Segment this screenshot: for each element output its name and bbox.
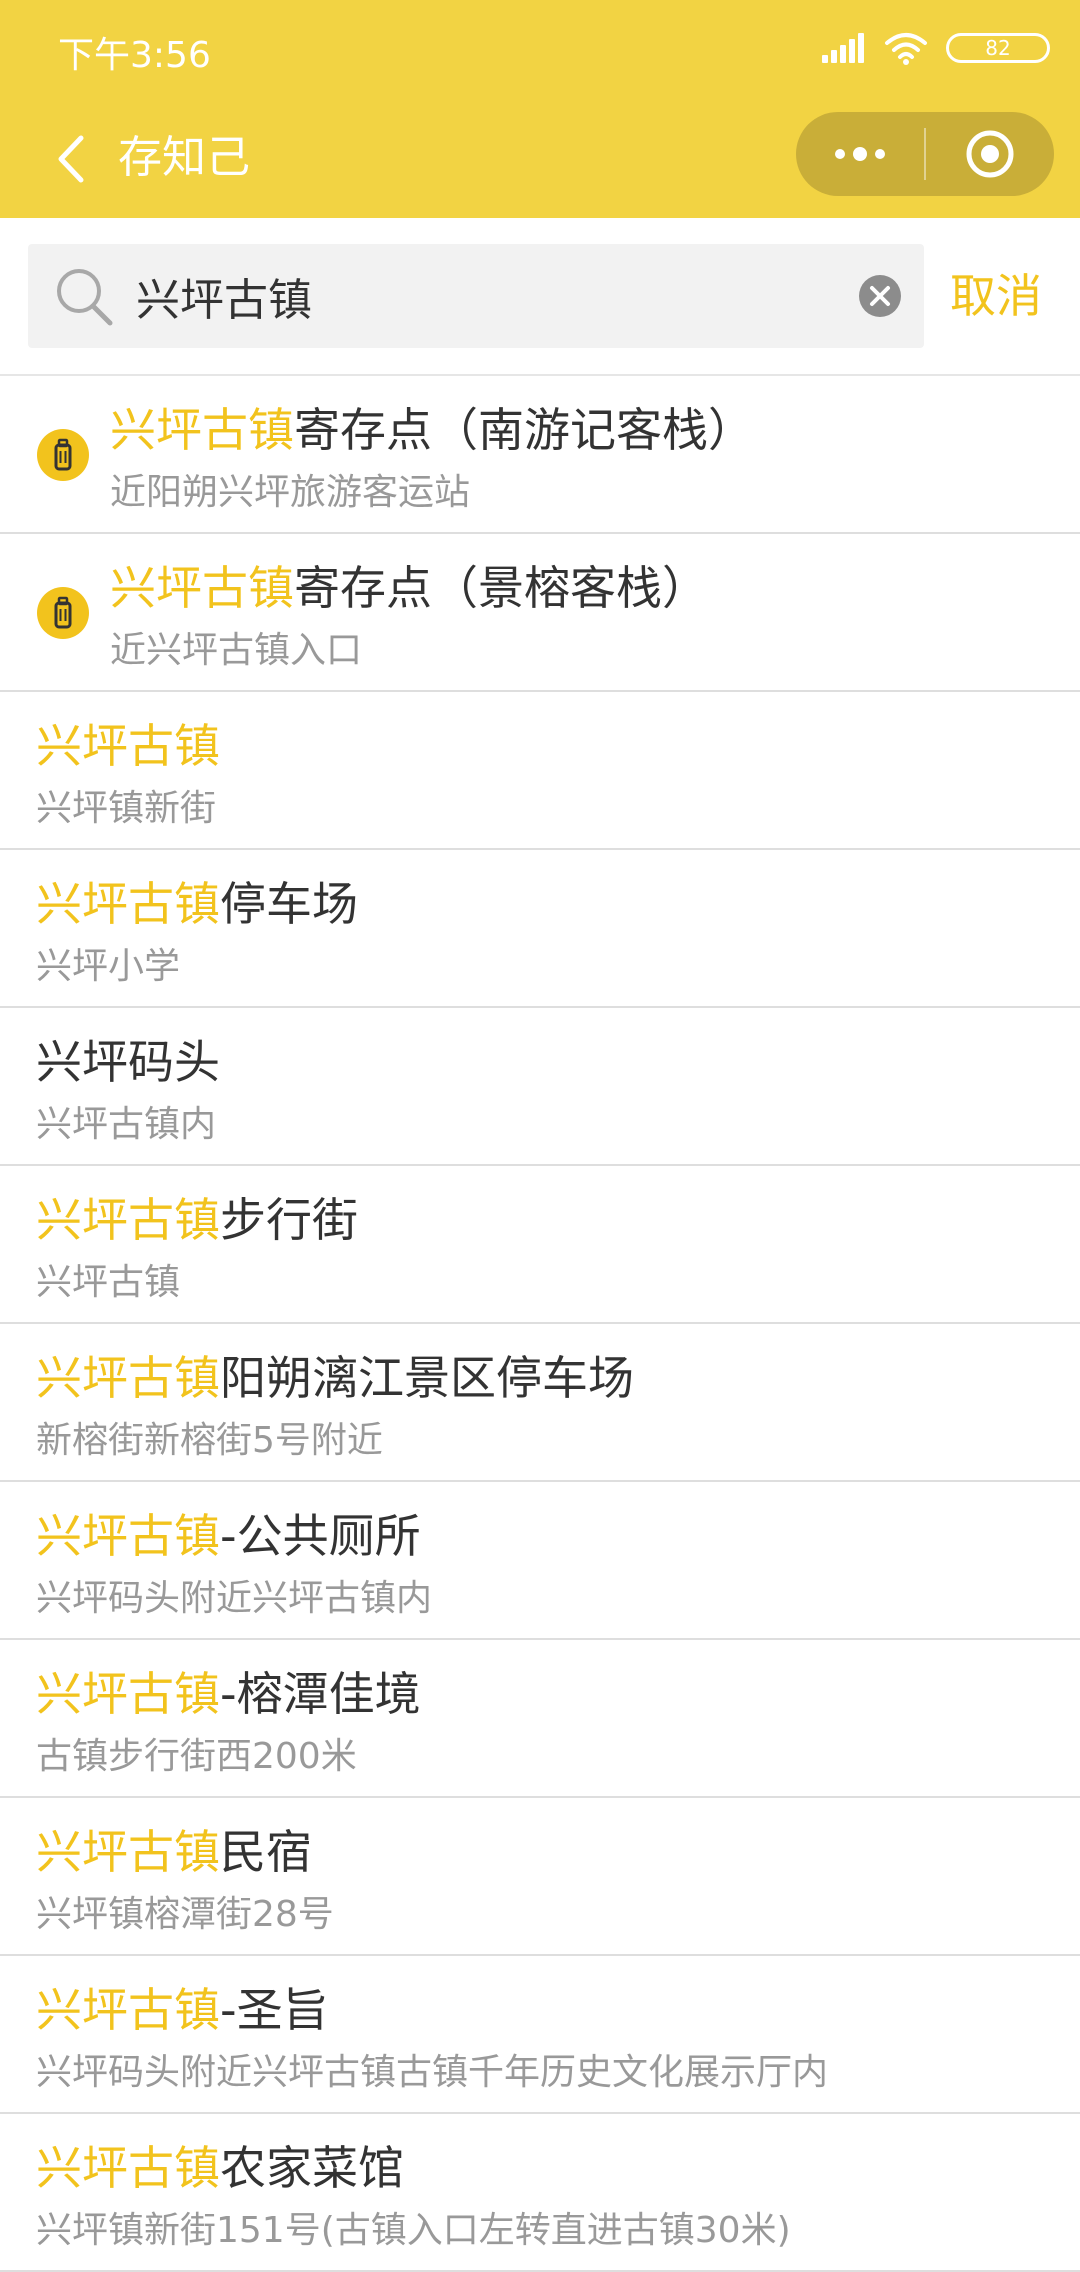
result-title-rest: 阳朔漓江景区停车场 — [220, 1351, 634, 1405]
status-time: 下午3:56 — [58, 35, 211, 76]
result-title-highlight: 兴坪古镇 — [110, 561, 294, 615]
result-item[interactable]: 兴坪古镇步行街 兴坪古镇 — [0, 1166, 1080, 1324]
result-title-highlight: 兴坪古镇 — [36, 1509, 220, 1563]
result-address: 兴坪镇新街 — [36, 788, 217, 829]
result-address: 兴坪古镇内 — [36, 1104, 217, 1145]
wifi-icon — [885, 33, 927, 65]
result-item[interactable]: 兴坪古镇-圣旨兴坪码头附近兴坪古镇古镇千年历史文化展示厅内 — [0, 1956, 1080, 2114]
result-title: 兴坪古镇民宿 — [36, 1820, 312, 1884]
result-title-highlight: 兴坪古镇 — [110, 403, 294, 457]
result-item[interactable]: 兴坪古镇-榕潭佳境古镇步行街西200米 — [0, 1640, 1080, 1798]
result-title: 兴坪古镇-榕潭佳境 — [36, 1662, 421, 1726]
result-title-highlight: 兴坪古镇 — [36, 719, 220, 773]
top-header: 下午3:56 82 存知己 — [0, 0, 1080, 218]
result-title-highlight: 兴坪古镇 — [36, 1667, 220, 1721]
result-address: 兴坪码头附近兴坪古镇古镇千年历史文化展示厅内 — [36, 2052, 829, 2093]
search-area: 取消 — [0, 218, 1080, 376]
status-bar: 下午3:56 82 — [0, 0, 1080, 100]
result-title-highlight: 兴坪古镇 — [36, 1825, 220, 1879]
result-title-rest: 兴坪码头 — [36, 1035, 220, 1089]
page-title: 存知己 — [118, 132, 250, 183]
chevron-left-icon — [58, 135, 84, 183]
result-title-highlight: 兴坪古镇 — [36, 1351, 220, 1405]
result-title-rest: -榕潭佳境 — [220, 1667, 421, 1721]
result-title: 兴坪古镇寄存点（南游记客栈） — [110, 398, 754, 462]
result-title: 兴坪古镇寄存点（景榕客栈） — [110, 556, 708, 620]
result-title: 兴坪古镇停车场 — [36, 872, 358, 936]
battery-level: 82 — [985, 36, 1011, 60]
locker-icon — [36, 586, 90, 640]
result-title-highlight: 兴坪古镇 — [36, 1193, 220, 1247]
result-address: 古镇步行街西200米 — [36, 1736, 357, 1777]
result-item[interactable]: 兴坪古镇民宿兴坪镇榕潭街28号 — [0, 1798, 1080, 1956]
result-address: 新榕街新榕街5号附近 — [36, 1420, 383, 1461]
result-item[interactable]: 兴坪古镇-公共厕所兴坪码头附近兴坪古镇内 — [0, 1482, 1080, 1640]
result-item[interactable]: 兴坪古镇寄存点（景榕客栈） 近兴坪古镇入口 — [0, 534, 1080, 692]
result-address: 兴坪小学 — [36, 946, 181, 987]
result-address: 近阳朔兴坪旅游客运站 — [110, 472, 471, 513]
result-title-rest: 农家菜馆 — [220, 2141, 404, 2195]
result-title-rest: 寄存点（南游记客栈） — [294, 403, 754, 457]
result-title: 兴坪古镇农家菜馆 — [36, 2136, 404, 2200]
result-item[interactable]: 兴坪古镇阳朔漓江景区停车场新榕街新榕街5号附近 — [0, 1324, 1080, 1482]
clear-icon[interactable] — [858, 274, 902, 318]
target-circle-icon — [966, 130, 1014, 178]
search-icon — [57, 269, 113, 326]
result-item[interactable]: 兴坪古镇农家菜馆兴坪镇新街151号(古镇入口左转直进古镇30米) — [0, 2114, 1080, 2272]
result-item[interactable]: 兴坪古镇 兴坪镇新街 — [0, 692, 1080, 850]
result-address: 兴坪镇新街151号(古镇入口左转直进古镇30米) — [36, 2210, 791, 2251]
result-item[interactable]: 兴坪古镇停车场 兴坪小学 — [0, 850, 1080, 1008]
result-title-rest: -公共厕所 — [220, 1509, 421, 1563]
result-title: 兴坪古镇步行街 — [36, 1188, 358, 1252]
result-title-rest: 步行街 — [220, 1193, 358, 1247]
result-title-highlight: 兴坪古镇 — [36, 2141, 220, 2195]
result-item[interactable]: 兴坪码头 兴坪古镇内 — [0, 1008, 1080, 1166]
result-title-highlight: 兴坪古镇 — [36, 1983, 220, 2037]
locker-icon — [36, 428, 90, 482]
status-icons: 82 — [822, 28, 1050, 68]
more-button[interactable] — [796, 112, 924, 196]
result-title-rest: 寄存点（景榕客栈） — [294, 561, 708, 615]
signal-icon — [822, 33, 864, 63]
battery-icon: 82 — [946, 33, 1050, 63]
result-item[interactable]: 兴坪古镇寄存点（南游记客栈） 近阳朔兴坪旅游客运站 — [0, 376, 1080, 534]
search-input[interactable] — [136, 244, 836, 348]
result-title-highlight: 兴坪古镇 — [36, 877, 220, 931]
miniprogram-capsule — [796, 112, 1054, 196]
nav-bar: 存知己 — [0, 100, 1080, 218]
result-title-rest: -圣旨 — [220, 1983, 329, 2037]
results-list: 兴坪古镇寄存点（南游记客栈） 近阳朔兴坪旅游客运站 兴坪古镇寄存点（景榕客栈） 近兴坪… — [0, 376, 1080, 2272]
result-address: 兴坪镇榕潭街28号 — [36, 1894, 334, 1935]
result-address: 兴坪码头附近兴坪古镇内 — [36, 1578, 433, 1619]
result-title: 兴坪古镇-圣旨 — [36, 1978, 329, 2042]
result-title-rest: 停车场 — [220, 877, 358, 931]
search-box[interactable] — [28, 244, 924, 348]
close-miniprogram-button[interactable] — [926, 112, 1054, 196]
result-title: 兴坪古镇阳朔漓江景区停车场 — [36, 1346, 634, 1410]
back-button[interactable] — [36, 124, 106, 194]
result-title: 兴坪码头 — [36, 1030, 220, 1094]
result-address: 兴坪古镇 — [36, 1262, 181, 1303]
result-title: 兴坪古镇-公共厕所 — [36, 1504, 421, 1568]
more-dots-icon — [835, 147, 885, 161]
result-address: 近兴坪古镇入口 — [110, 630, 363, 671]
result-title-rest: 民宿 — [220, 1825, 312, 1879]
result-title: 兴坪古镇 — [36, 714, 220, 778]
cancel-button[interactable]: 取消 — [950, 244, 1042, 348]
